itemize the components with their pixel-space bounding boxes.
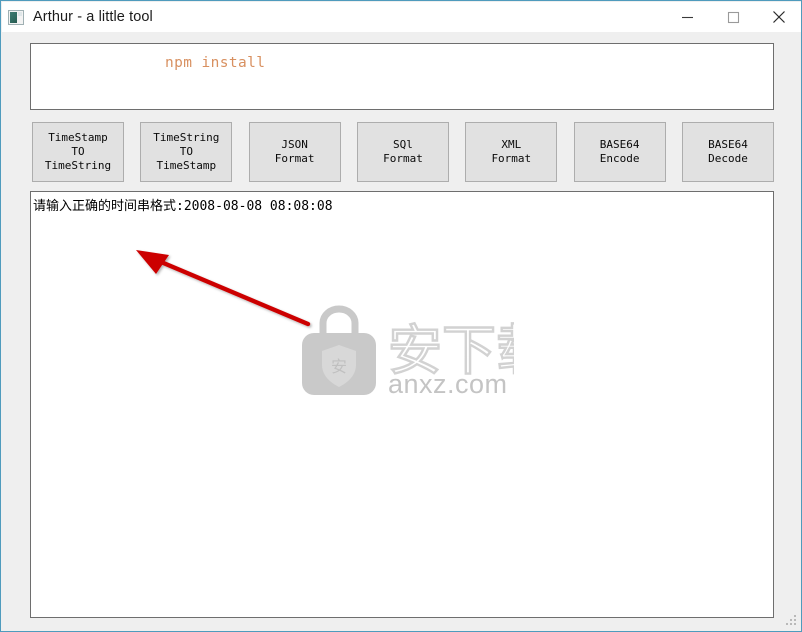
json-format-button[interactable]: JSON Format <box>248 122 341 182</box>
button-line: Encode <box>599 152 640 165</box>
minimize-button[interactable] <box>664 2 710 32</box>
base64-encode-button[interactable]: BASE64 Encode <box>573 122 666 182</box>
window-controls <box>664 2 801 32</box>
toolbar-button-row: TimeStamp TO TimeString TimeString TO Ti… <box>32 122 774 182</box>
timestamp-to-timestring-button[interactable]: TimeStamp TO TimeString <box>32 122 124 182</box>
button-line: BASE64 <box>708 138 748 151</box>
button-line: TO <box>179 145 193 158</box>
button-line: TO <box>71 145 85 158</box>
button-line: Format <box>491 152 532 165</box>
input-value-text: npm install <box>165 55 266 71</box>
base64-decode-button[interactable]: BASE64 Decode <box>681 122 774 182</box>
button-line: TimeString <box>153 131 220 144</box>
timestring-to-timestamp-button[interactable]: TimeString TO TimeStamp <box>140 122 233 182</box>
app-window: Arthur - a little tool npm install TimeS… <box>0 0 802 632</box>
app-window-icon <box>8 9 24 25</box>
button-line: Format <box>383 152 423 165</box>
close-button[interactable] <box>756 2 801 32</box>
output-status-text: 请输入正确的时间串格式:2008-08-08 08:08:08 <box>33 199 333 214</box>
button-line: TimeStamp <box>156 159 217 172</box>
xml-format-button[interactable]: XML Format <box>465 122 558 182</box>
button-line: TimeString <box>44 159 112 172</box>
title-bar[interactable]: Arthur - a little tool <box>2 2 801 32</box>
button-line: Decode <box>708 152 748 165</box>
button-line: BASE64 <box>599 138 640 151</box>
button-line: XML <box>501 138 522 151</box>
window-title: Arthur - a little tool <box>33 9 153 25</box>
input-textarea[interactable]: npm install <box>30 43 774 110</box>
button-line: Format <box>274 152 315 165</box>
button-line: TimeStamp <box>48 131 108 144</box>
client-area: npm install TimeStamp TO TimeString Time… <box>2 32 801 631</box>
maximize-button[interactable] <box>710 2 756 32</box>
sql-format-button[interactable]: SQl Format <box>356 122 449 182</box>
output-textarea[interactable]: 请输入正确的时间串格式:2008-08-08 08:08:08 <box>30 191 774 618</box>
button-line: JSON <box>281 138 308 151</box>
resize-grip[interactable] <box>785 614 798 627</box>
button-line: SQl <box>393 138 413 151</box>
